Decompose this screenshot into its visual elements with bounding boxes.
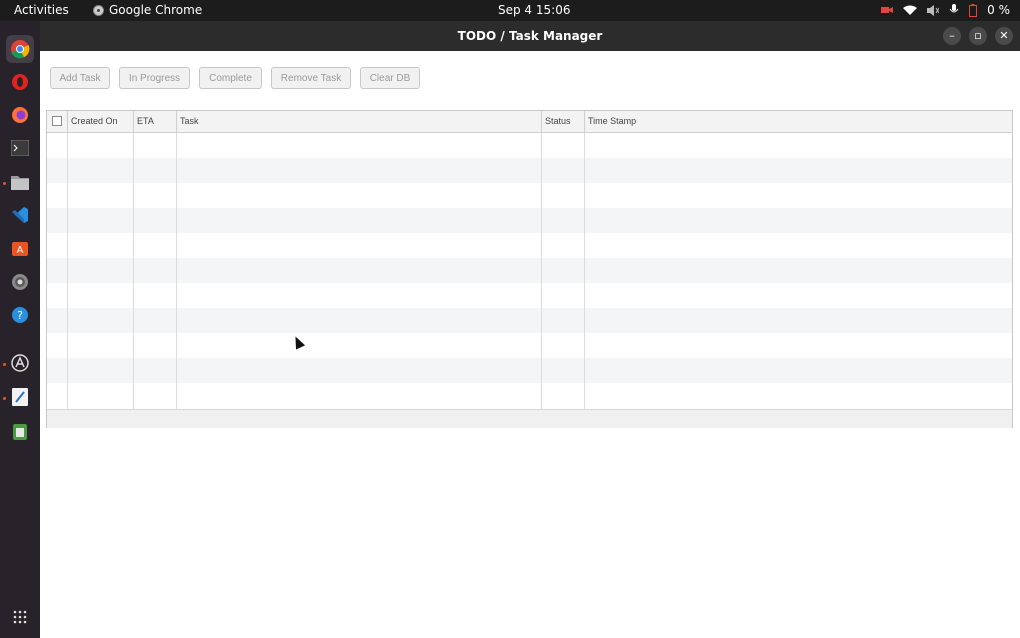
table-row[interactable] [47, 258, 1012, 283]
table-row[interactable] [47, 358, 1012, 383]
volume-icon [927, 4, 940, 16]
column-header-status[interactable]: Status [542, 111, 585, 132]
settings-icon [12, 274, 28, 290]
horizontal-scrollbar[interactable] [47, 409, 1012, 428]
table-row[interactable] [47, 383, 1012, 409]
dock-trash[interactable] [6, 417, 34, 445]
terminal-icon [11, 140, 29, 156]
table-row[interactable] [47, 208, 1012, 233]
dock-firefox[interactable] [6, 101, 34, 129]
minimize-icon: – [949, 29, 955, 42]
dock-help[interactable]: ? [6, 301, 34, 329]
clock[interactable]: Sep 4 15:06 [498, 3, 570, 17]
dock: A ? [0, 21, 40, 638]
dock-software-center[interactable]: A [6, 234, 34, 262]
window-title-bar[interactable]: TODO / Task Manager – ▫ ✕ [40, 21, 1020, 51]
svg-text:A: A [17, 245, 24, 256]
app-store-icon [11, 354, 29, 372]
table-row[interactable] [47, 158, 1012, 183]
dock-files[interactable] [6, 168, 34, 196]
task-table[interactable]: Created On ETA Task Status Time Stamp [46, 110, 1013, 428]
close-icon: ✕ [999, 29, 1009, 42]
vscode-icon [12, 207, 28, 223]
folder-icon [11, 176, 29, 190]
microphone-icon [949, 4, 959, 13]
column-divider [133, 133, 134, 409]
table-row[interactable] [47, 308, 1012, 333]
svg-text:?: ? [17, 309, 23, 322]
table-row[interactable] [47, 283, 1012, 308]
camera-icon [881, 7, 894, 13]
dock-terminal[interactable] [6, 134, 34, 162]
activities-button[interactable]: Activities [14, 3, 69, 17]
system-top-bar: Activities Google Chrome Sep 4 15:06 0 % [0, 0, 1020, 21]
text-editor-icon [12, 388, 28, 406]
remove-task-button[interactable]: Remove Task [271, 67, 351, 89]
table-row[interactable] [47, 183, 1012, 208]
clear-db-button[interactable]: Clear DB [360, 67, 420, 89]
minimize-button[interactable]: – [943, 27, 961, 45]
app-menu[interactable]: Google Chrome [93, 3, 202, 17]
system-tray[interactable]: 0 % [881, 3, 1010, 17]
table-body[interactable] [47, 133, 1012, 409]
table-row[interactable] [47, 233, 1012, 258]
dock-show-apps[interactable] [6, 603, 34, 631]
column-header-time-stamp[interactable]: Time Stamp [585, 111, 1012, 132]
restore-icon: ▫ [974, 29, 982, 42]
software-center-icon: A [12, 242, 28, 256]
in-progress-button[interactable]: In Progress [119, 67, 190, 89]
dock-text-editor[interactable] [6, 383, 34, 411]
column-divider [176, 133, 177, 409]
column-header-task[interactable]: Task [177, 111, 542, 132]
table-row[interactable] [47, 333, 1012, 358]
app-grid-icon [13, 610, 27, 624]
trash-icon [13, 424, 27, 440]
select-all-cell[interactable] [47, 111, 68, 132]
column-divider [541, 133, 542, 409]
close-button[interactable]: ✕ [995, 27, 1013, 45]
dock-chrome[interactable] [6, 35, 34, 63]
select-all-checkbox[interactable] [52, 116, 62, 126]
help-icon: ? [12, 307, 28, 323]
dock-opera[interactable] [6, 68, 34, 96]
app-menu-label: Google Chrome [109, 3, 203, 17]
opera-icon [12, 74, 28, 90]
column-divider [584, 133, 585, 409]
add-task-button[interactable]: Add Task [50, 67, 110, 89]
chrome-icon [93, 4, 104, 16]
dock-vscode[interactable] [6, 201, 34, 229]
dock-app-store[interactable] [6, 349, 34, 377]
column-divider [67, 133, 68, 409]
maximize-button[interactable]: ▫ [969, 27, 987, 45]
column-header-eta[interactable]: ETA [134, 111, 177, 132]
complete-button[interactable]: Complete [199, 67, 262, 89]
chrome-icon [11, 40, 30, 59]
firefox-icon [12, 107, 28, 123]
battery-icon [969, 3, 978, 17]
window-title: TODO / Task Manager [457, 29, 603, 43]
table-row[interactable] [47, 133, 1012, 158]
battery-percentage: 0 % [987, 3, 1010, 17]
table-header: Created On ETA Task Status Time Stamp [47, 111, 1012, 133]
dock-settings[interactable] [6, 268, 34, 296]
wifi-icon [903, 5, 918, 15]
column-header-created-on[interactable]: Created On [68, 111, 134, 132]
